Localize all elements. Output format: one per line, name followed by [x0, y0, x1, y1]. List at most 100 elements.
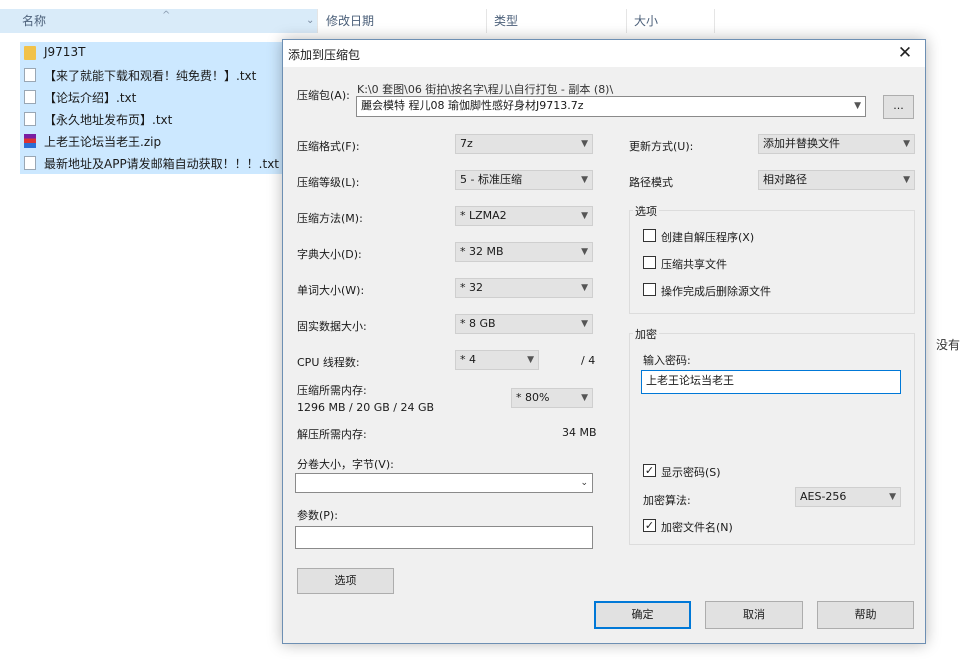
list-item[interactable]: 【论坛介绍】.txt: [20, 86, 284, 108]
method-value: * LZMA2: [460, 209, 507, 222]
chevron-down-icon: ▼: [903, 175, 910, 185]
format-label: 压缩格式(F):: [297, 140, 360, 153]
split-volume-label: 分卷大小，字节(V):: [297, 458, 394, 471]
archive-name-combobox[interactable]: 麗会模特 程儿08 瑜伽脚性感好身材J9713.7z ▼: [356, 96, 866, 117]
file-name: 【永久地址发布页】.txt: [44, 113, 173, 127]
path-mode-value: 相对路径: [763, 173, 807, 186]
format-value: 7z: [460, 137, 473, 150]
column-header-name[interactable]: ^ 名称 ⌄: [0, 9, 318, 33]
file-list: J9713T 【来了就能下载和观看！纯免费！】.txt 【论坛介绍】.txt 【…: [20, 42, 284, 174]
list-item[interactable]: 【来了就能下载和观看！纯免费！】.txt: [20, 64, 284, 86]
create-sfx-checkbox[interactable]: [643, 229, 656, 242]
list-item[interactable]: 最新地址及APP请发邮箱自动获取！！！.txt: [20, 152, 284, 174]
compress-shared-checkbox[interactable]: [643, 256, 656, 269]
update-mode-label: 更新方式(U):: [629, 140, 694, 153]
compression-memory-detail: 1296 MB / 20 GB / 24 GB: [297, 401, 435, 414]
chevron-down-icon[interactable]: ⌄: [306, 9, 314, 33]
method-combobox[interactable]: * LZMA2 ▼: [455, 206, 593, 226]
file-name: 最新地址及APP请发邮箱自动获取！！！.txt: [44, 157, 280, 171]
cpu-threads-combobox[interactable]: * 4 ▼: [455, 350, 539, 370]
chevron-down-icon: ▼: [581, 283, 588, 293]
compress-shared-label: 压缩共享文件: [661, 258, 727, 271]
options-group-title: 选项: [633, 203, 659, 219]
folder-icon: [24, 46, 36, 60]
create-sfx-label: 创建自解压程序(X): [661, 231, 755, 244]
list-item[interactable]: 上老王论坛当老王.zip: [20, 130, 284, 152]
text-file-icon: [24, 68, 36, 82]
memory-usage-combobox[interactable]: * 80% ▼: [511, 388, 593, 408]
chevron-down-icon: ▼: [581, 175, 588, 185]
level-label: 压缩等级(L):: [297, 176, 360, 189]
chevron-down-icon: ▼: [889, 492, 896, 502]
column-header-type[interactable]: 类型: [494, 9, 627, 33]
column-header-modified[interactable]: 修改日期: [326, 9, 487, 33]
word-size-label: 单词大小(W):: [297, 284, 365, 297]
path-mode-combobox[interactable]: 相对路径 ▼: [758, 170, 915, 190]
column-header-type-label: 类型: [494, 14, 519, 28]
archive-label: 压缩包(A):: [297, 89, 350, 102]
delete-after-checkbox[interactable]: [643, 283, 656, 296]
text-file-icon: [24, 90, 36, 104]
column-header-name-label: 名称: [22, 14, 47, 28]
chevron-down-icon: ▼: [527, 355, 534, 365]
cancel-button[interactable]: 取消: [705, 601, 803, 629]
help-button[interactable]: 帮助: [817, 601, 914, 629]
level-combobox[interactable]: 5 - 标准压缩 ▼: [455, 170, 593, 190]
encrypt-names-checkbox[interactable]: ✓: [643, 519, 656, 532]
dictionary-value: * 32 MB: [460, 245, 504, 258]
memory-usage-value: * 80%: [516, 391, 550, 404]
close-icon[interactable]: ✕: [895, 43, 915, 63]
level-value: 5 - 标准压缩: [460, 173, 522, 186]
show-password-checkbox[interactable]: ✓: [643, 464, 656, 477]
path-mode-label: 路径模式: [629, 176, 673, 189]
chevron-down-icon: ▼: [903, 139, 910, 149]
text-file-icon: [24, 112, 36, 126]
encryption-method-combobox[interactable]: AES-256 ▼: [795, 487, 901, 507]
delete-after-label: 操作完成后删除源文件: [661, 285, 771, 298]
split-volume-combobox[interactable]: ⌄: [295, 473, 593, 493]
chevron-down-icon: ▼: [581, 319, 588, 329]
file-name: J9713T: [44, 45, 86, 59]
encryption-method-value: AES-256: [800, 490, 847, 503]
word-size-combobox[interactable]: * 32 ▼: [455, 278, 593, 298]
chevron-down-icon: ▼: [581, 247, 588, 257]
dialog-titlebar[interactable]: 添加到压缩包 ✕: [283, 40, 925, 67]
encryption-method-label: 加密算法:: [643, 494, 691, 507]
parameters-input[interactable]: [295, 526, 593, 549]
format-combobox[interactable]: 7z ▼: [455, 134, 593, 154]
archive-path: K:\0 套图\06 街拍\按名字\程儿\自行打包 - 副本 (8)\: [357, 83, 614, 96]
update-mode-value: 添加并替换文件: [763, 137, 840, 150]
text-file-icon: [24, 156, 36, 170]
dictionary-combobox[interactable]: * 32 MB ▼: [455, 242, 593, 262]
solid-block-label: 固实数据大小:: [297, 320, 367, 333]
archive-name-value: 麗会模特 程儿08 瑜伽脚性感好身材J9713.7z: [361, 99, 584, 112]
cpu-threads-total: / 4: [581, 354, 596, 367]
file-name: 【论坛介绍】.txt: [44, 91, 137, 105]
file-name: 上老王论坛当老王.zip: [44, 135, 162, 149]
chevron-down-icon: ▼: [854, 101, 861, 111]
password-label: 输入密码:: [643, 354, 691, 367]
chevron-down-icon: ▼: [581, 139, 588, 149]
list-item[interactable]: J9713T: [20, 42, 284, 64]
column-header-size-label: 大小: [634, 14, 659, 28]
detail-pane-text: 没有: [936, 338, 960, 352]
browse-button[interactable]: ...: [883, 95, 914, 119]
compression-memory-label: 压缩所需内存:: [297, 384, 367, 397]
column-header-size[interactable]: 大小: [634, 9, 715, 33]
solid-block-combobox[interactable]: * 8 GB ▼: [455, 314, 593, 334]
decompression-memory-value: 34 MB: [562, 426, 597, 439]
update-mode-combobox[interactable]: 添加并替换文件 ▼: [758, 134, 915, 154]
decompression-memory-label: 解压所需内存:: [297, 428, 367, 441]
list-item[interactable]: 【永久地址发布页】.txt: [20, 108, 284, 130]
encryption-group-title: 加密: [633, 326, 659, 342]
chevron-down-icon: ⌄: [580, 478, 588, 488]
options-button[interactable]: 选项: [297, 568, 394, 594]
add-to-archive-dialog: 添加到压缩包 ✕ 压缩包(A): K:\0 套图\06 街拍\按名字\程儿\自行…: [282, 39, 926, 644]
ok-button[interactable]: 确定: [594, 601, 691, 629]
method-label: 压缩方法(M):: [297, 212, 363, 225]
encrypt-names-label: 加密文件名(N): [661, 521, 733, 534]
password-input[interactable]: 上老王论坛当老王: [641, 370, 901, 394]
dialog-title: 添加到压缩包: [288, 48, 361, 62]
sort-ascending-icon: ^: [162, 10, 171, 21]
cpu-threads-label: CPU 线程数:: [297, 356, 360, 369]
